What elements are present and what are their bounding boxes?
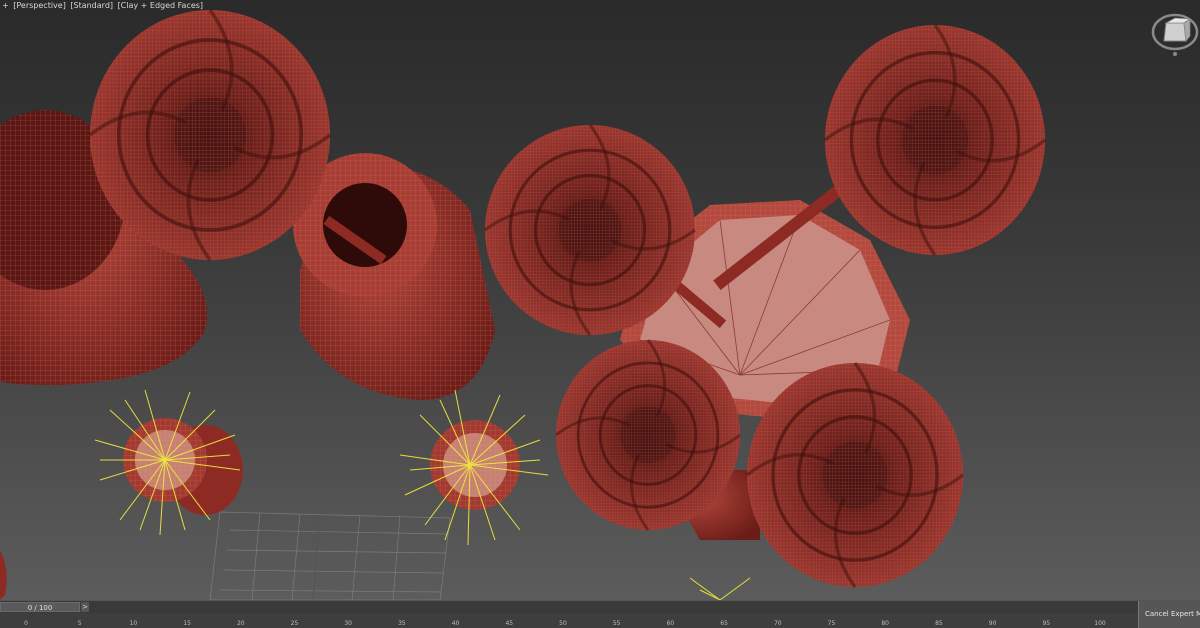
ruler-tick-label: 10 xyxy=(129,620,138,627)
ruler-tick-label: 40 xyxy=(451,620,460,627)
viewport-visual-style[interactable]: [Clay + Edged Faces] xyxy=(118,1,204,10)
ruler-tick-label: 90 xyxy=(988,620,997,627)
partial-object-left-edge xyxy=(0,550,7,600)
rose-center xyxy=(483,123,697,337)
viewport-shading-standard[interactable]: [Standard] xyxy=(70,1,113,10)
rose-top-right xyxy=(823,23,1047,257)
time-slider-thumb[interactable]: 0 / 100 xyxy=(0,602,80,612)
cancel-expert-mode-button[interactable]: Cancel Expert Mode xyxy=(1138,601,1200,628)
ruler-tick-label: 80 xyxy=(881,620,890,627)
ruler-tick-label: 20 xyxy=(236,620,245,627)
scene-canvas[interactable] xyxy=(0,0,1200,600)
ruler-tick-label: 15 xyxy=(183,620,191,627)
rose-bottom-center xyxy=(554,338,742,532)
time-slider-track[interactable]: 0 / 100 > xyxy=(0,601,1138,613)
construction-grid xyxy=(209,511,451,600)
ruler-tick-label: 70 xyxy=(773,620,782,627)
next-frame-arrow-icon[interactable]: > xyxy=(81,602,89,612)
timeline-panel: 0 / 100 > 0 5 10 15 20 25 30 35 40 45 50 55 60 65 70 75… xyxy=(0,600,1200,628)
viewcube-icon[interactable] xyxy=(1150,8,1200,60)
ruler-tick-label: 85 xyxy=(935,620,943,627)
ruler-tick-label: 5 xyxy=(77,620,82,627)
candle-cup-left xyxy=(123,418,243,515)
viewport-label[interactable]: + [Perspective] [Standard] [Clay + Edged… xyxy=(0,0,207,11)
ruler-tick-label: 60 xyxy=(666,620,675,627)
viewport-menu-plus[interactable]: + xyxy=(2,1,9,10)
ruler-tick-label: 95 xyxy=(1042,620,1051,627)
ruler-tick-label: 25 xyxy=(290,620,299,627)
vase-small-center xyxy=(293,153,495,400)
rose-bottom-right xyxy=(745,361,965,589)
frame-ruler[interactable]: 0 5 10 15 20 25 30 35 40 45 50 55 60 65 70 75 80 85 90 95 10… xyxy=(0,613,1138,628)
ruler-tick-label: 50 xyxy=(559,620,567,627)
ruler-tick-label: 75 xyxy=(827,620,836,627)
rose-top-left xyxy=(88,8,332,262)
viewport-point-of-view[interactable]: [Perspective] xyxy=(13,1,66,10)
ruler-tick-label: 65 xyxy=(720,620,728,627)
ruler-tick-label: 30 xyxy=(344,620,353,627)
ruler-tick-label: 100 xyxy=(1094,620,1106,627)
perspective-viewport[interactable]: + [Perspective] [Standard] [Clay + Edged… xyxy=(0,0,1200,600)
ruler-tick-label: 35 xyxy=(398,620,406,627)
ruler-tick-label: 55 xyxy=(612,620,621,627)
ruler-tick-label: 45 xyxy=(505,620,514,627)
light-omni-bottom xyxy=(689,577,751,600)
ruler-tick-label: 0 xyxy=(24,620,28,627)
